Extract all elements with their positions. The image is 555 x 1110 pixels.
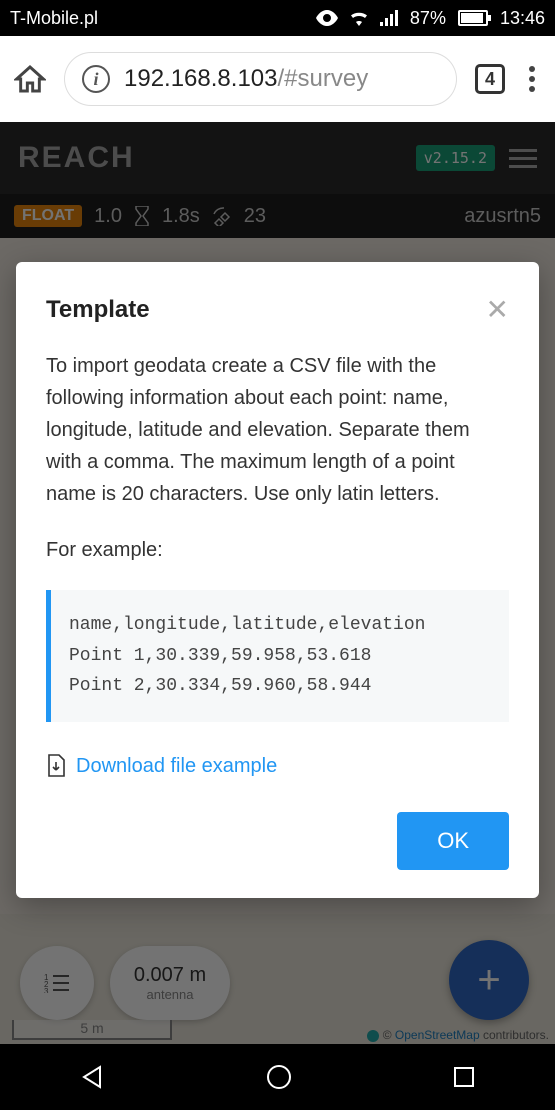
modal-description: To import geodata create a CSV file with… (46, 350, 509, 510)
android-nav-bar (0, 1044, 555, 1110)
back-icon[interactable] (80, 1064, 106, 1090)
modal-title: Template (46, 296, 150, 324)
close-icon[interactable]: ✕ (486, 296, 509, 324)
url-host: 192.168.8.103 (124, 65, 277, 92)
tabs-button[interactable]: 4 (475, 64, 505, 94)
template-modal: Template ✕ To import geodata create a CS… (16, 262, 539, 898)
wifi-icon (348, 10, 370, 26)
csv-example: name,longitude,latitude,elevation Point … (46, 590, 509, 722)
url-path: /#survey (277, 65, 368, 92)
signal-icon (380, 10, 400, 26)
ok-button[interactable]: OK (397, 812, 509, 870)
download-label: Download file example (76, 750, 277, 782)
download-icon (46, 754, 66, 778)
recent-apps-icon[interactable] (452, 1065, 476, 1089)
home-icon[interactable] (14, 63, 46, 95)
tab-count-label: 4 (485, 69, 495, 90)
battery-pct: 87% (410, 8, 446, 29)
download-example-link[interactable]: Download file example (46, 750, 509, 782)
eye-icon (316, 10, 338, 26)
menu-icon[interactable] (523, 66, 541, 92)
android-status-bar: T-Mobile.pl 87% 13:46 (0, 0, 555, 36)
info-icon[interactable]: i (82, 65, 110, 93)
clock: 13:46 (500, 8, 545, 29)
example-label: For example: (46, 534, 509, 566)
browser-toolbar: i 192.168.8.103/#survey 4 (0, 36, 555, 122)
url-bar[interactable]: i 192.168.8.103/#survey (64, 52, 457, 106)
ok-label: OK (437, 828, 469, 853)
home-nav-icon[interactable] (265, 1063, 293, 1091)
carrier-label: T-Mobile.pl (10, 8, 98, 29)
battery-icon (458, 10, 488, 26)
